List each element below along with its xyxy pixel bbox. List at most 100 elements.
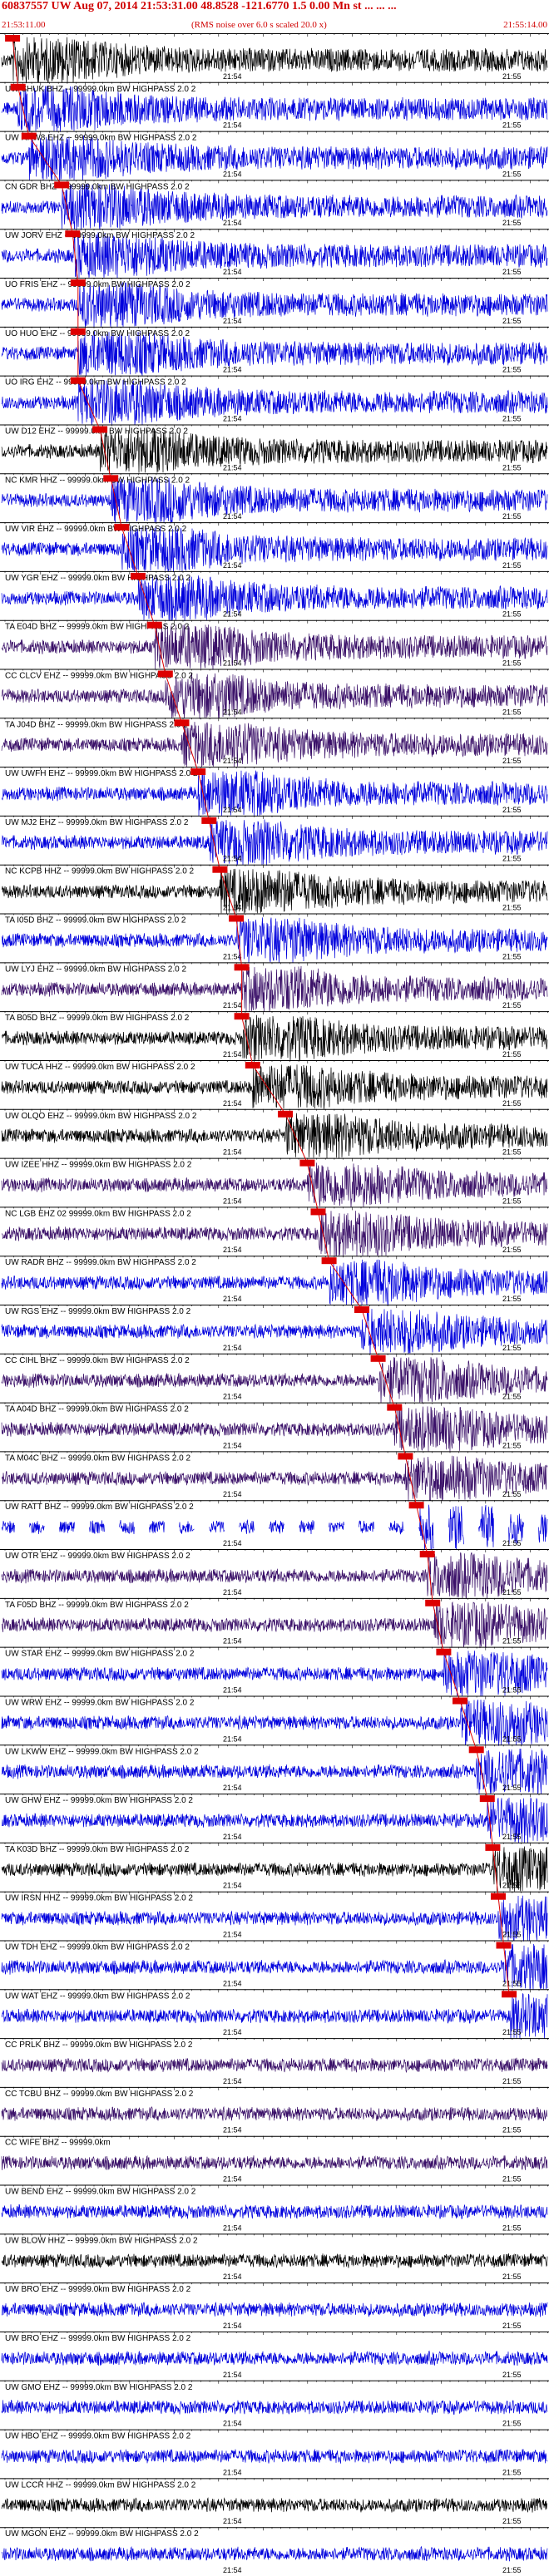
- trace-row: TA K03D BHZ -- 99999.0km BW HIGHPASS 2.0…: [0, 1842, 549, 1892]
- minute-label: 21:55: [502, 463, 522, 471]
- trace-row: UW WAT EHZ -- 99999.0km BW HIGHPASS 2.0 …: [0, 1989, 549, 2040]
- trace-row: TA A04D BHZ -- 99999.0km BW HIGHPASS 2.0…: [0, 1402, 549, 1452]
- minute-label: 21:55: [502, 659, 522, 668]
- minute-label: 21:55: [502, 1148, 522, 1157]
- minute-label: 21:54: [223, 2126, 242, 2134]
- minute-label: 21:55: [502, 1931, 522, 1939]
- minute-label: 21:55: [502, 1050, 522, 1059]
- minute-label: 21:54: [223, 2077, 242, 2085]
- minute-label: 21:55: [502, 2468, 522, 2476]
- minute-label: 21:55: [502, 610, 522, 619]
- trace-row: UW LKWW EHZ -- 99999.0km BW HIGHPASS 2.0…: [0, 1744, 549, 1795]
- minute-label: 21:54: [223, 2371, 242, 2379]
- minute-label: 21:54: [223, 1099, 242, 1108]
- trace-row: CC TCBU BHZ -- 99999.0km BW HIGHPASS 2.0…: [0, 2086, 549, 2134]
- minute-label: 21:55: [502, 268, 522, 276]
- minute-label: 21:54: [223, 952, 242, 960]
- trace-row: UO IRG EHZ -- 99999.0km BW HIGHPASS 2.0 …: [0, 375, 549, 426]
- station-label: CC TCBU BHZ -- 99999.0km BW HIGHPASS 2.0…: [5, 2090, 194, 2099]
- waveform: [1, 37, 548, 84]
- minute-label: 21:55: [502, 2371, 522, 2379]
- minute-label: 21:54: [223, 463, 242, 471]
- waveform: [1, 2203, 548, 2219]
- event-title: 60837557 UW Aug 07, 2014 21:53:31.00 48.…: [2, 0, 397, 12]
- station-label: UW WAT EHZ -- 99999.0km BW HIGHPASS 2.0 …: [5, 1991, 190, 2001]
- station-label: UW GHW EHZ -- 99999.0km BW HIGHPASS 2.0 …: [5, 1796, 193, 1805]
- minute-label: 21:54: [223, 2273, 242, 2281]
- minute-label: 21:54: [223, 2175, 242, 2184]
- trace-row: UW TDH EHZ -- 99999.0km BW HIGHPASS 2.0 …: [0, 1940, 549, 1991]
- trace-row: NC LGB EHZ 02 99999.0km BW HIGHPASS 2.0 …: [0, 1207, 549, 1257]
- scale-note: (RMS noise over 6.0 s scaled 20.0 x): [191, 20, 327, 30]
- station-label: TA I05D BHZ -- 99999.0km BW HIGHPASS 2.0…: [5, 916, 186, 925]
- station-label: UW JORV EHZ -- 99999.0km BW HIGHPASS 2.0…: [5, 231, 195, 240]
- trace-row: TA M04C BHZ -- 99999.0km BW HIGHPASS 2.0…: [0, 1451, 549, 1502]
- trace-row: UW IZEE HHZ -- 99999.0km BW HIGHPASS 2.0…: [0, 1157, 549, 1207]
- station-label: UW HBO EHZ -- 99999.0km BW HIGHPASS 2.0 …: [5, 2432, 191, 2441]
- trace-row: UO FRIS EHZ -- 99999.0km BW HIGHPASS 2.0…: [0, 278, 549, 328]
- minute-label: 21:55: [502, 904, 522, 912]
- trace-row: NC KCPB HHZ -- 99999.0km BW HIGHPASS 2.0…: [0, 864, 549, 915]
- minute-label: 21:55: [502, 708, 522, 716]
- minute-label: 21:55: [502, 1588, 522, 1596]
- trace-row: UW HBO EHZ -- 99999.0km BW HIGHPASS 2.0 …: [0, 2429, 549, 2476]
- trace-row: UW BLOW HHZ -- 99999.0km BW HIGHPASS 2.0…: [0, 2233, 549, 2281]
- minute-label: 21:55: [502, 952, 522, 960]
- trace-row: UW SHUK BHZ -- 99999.0km BW HIGHPASS 2.0…: [0, 81, 549, 132]
- waveform: [1, 2105, 548, 2122]
- trace-row: CC WIFE BHZ -- 99999.0km 21:54 21:55: [0, 2135, 549, 2184]
- minute-label: 21:54: [223, 1148, 242, 1157]
- minute-label: 21:54: [223, 415, 242, 423]
- minute-label: 21:55: [502, 2322, 522, 2330]
- trace-row: NC KMR HHZ -- 99999.0km BW HIGHPASS 2.0 …: [0, 473, 549, 524]
- minute-label: 21:54: [223, 708, 242, 716]
- waveform: [1, 2253, 548, 2269]
- station-label: UO HUO EHZ -- 99999.0km BW HIGHPASS 2.0 …: [5, 329, 190, 338]
- station-label: CC PRLK BHZ -- 99999.0km BW HIGHPASS 2.0…: [5, 2041, 193, 2050]
- station-label: UW GMO EHZ -- 99999.0km BW HIGHPASS 2.0 …: [5, 2383, 193, 2392]
- minute-label: 21:55: [502, 1833, 522, 1841]
- trace-row: UW VIR EHZ -- 99999.0km BW HIGHPASS 2.0 …: [0, 522, 549, 573]
- minute-label: 21:55: [502, 1344, 522, 1352]
- waveform: [1, 2154, 548, 2170]
- trace-row: TA I05D BHZ -- 99999.0km BW HIGHPASS 2.0…: [0, 913, 549, 964]
- station-label: UW UWFH EHZ -- 99999.0km BW HIGHPASS 2.0…: [5, 769, 198, 778]
- station-label: NC KCPB HHZ -- 99999.0km BW HIGHPASS 2.0…: [5, 867, 195, 876]
- minute-label: 21:55: [502, 219, 522, 227]
- minute-label: 21:54: [223, 659, 242, 668]
- station-label: UW OTR EHZ -- 99999.0km BW HIGHPASS 2.0 …: [5, 1552, 190, 1561]
- station-label: UW MJ2 EHZ -- 99999.0km BW HIGHPASS 2.0 …: [5, 818, 189, 827]
- waveform: [1, 2449, 548, 2465]
- trace-row: UW TUCA HHZ -- 99999.0km BW HIGHPASS 2.0…: [0, 1059, 549, 1109]
- trace-row: UW OTR EHZ -- 99999.0km BW HIGHPASS 2.0 …: [0, 1549, 549, 1599]
- station-label: UW BRO EHZ -- 99999.0km BW HIGHPASS 2.0 …: [5, 2334, 191, 2343]
- trace-row: UW BRO EHZ -- 99999.0km BW HIGHPASS 2.0 …: [0, 2282, 549, 2330]
- trace-row: UW LYJ EHZ -- 99999.0km BW HIGHPASS 2.0 …: [0, 962, 549, 1012]
- trace-row: CN GDR BHZ -- 99999.0km BW HIGHPASS 2.0 …: [0, 180, 549, 230]
- station-label: UW MGON EHZ -- 99999.0km BW HIGHPASS 2.0…: [5, 2529, 199, 2539]
- minute-label: 21:54: [223, 268, 242, 276]
- trace-row: UW RATT BHZ -- 99999.0km BW HIGHPASS 2.0…: [0, 1500, 549, 1551]
- station-label: TA M04C BHZ -- 99999.0km BW HIGHPASS 2.0…: [5, 1453, 190, 1463]
- station-label: UW IZEE HHZ -- 99999.0km BW HIGHPASS 2.0…: [5, 1161, 192, 1170]
- seismogram-plot: 21:54 21:55 UW SHUK BHZ -- 99999.0km BW HI…: [0, 33, 549, 2574]
- station-label: TA J04D BHZ -- 99999.0km BW HIGHPASS 2.0…: [5, 720, 188, 729]
- station-label: UW BLOW HHZ -- 99999.0km BW HIGHPASS 2.0…: [5, 2236, 198, 2245]
- station-label: UW RATT BHZ -- 99999.0km BW HIGHPASS 2.0…: [5, 1503, 194, 1512]
- station-label: UW OLQO EHZ -- 99999.0km BW HIGHPASS 2.0…: [5, 1112, 197, 1121]
- minute-label: 21:54: [223, 512, 242, 521]
- minute-label: 21:55: [502, 2566, 522, 2574]
- minute-label: 21:54: [223, 1588, 242, 1596]
- minute-label: 21:55: [502, 2028, 522, 2036]
- minute-label: 21:55: [502, 1393, 522, 1401]
- minute-label: 21:54: [223, 1882, 242, 1890]
- minute-label: 21:54: [223, 1246, 242, 1254]
- minute-label: 21:54: [223, 2468, 242, 2476]
- station-label: TA B05D BHZ -- 99999.0km BW HIGHPASS 2.0…: [5, 1014, 190, 1023]
- station-label: UO FRIS EHZ -- 99999.0km BW HIGHPASS 2.0…: [5, 280, 190, 289]
- station-label: NC LGB EHZ 02 99999.0km BW HIGHPASS 2.0 …: [5, 1209, 191, 1218]
- trace-row: UO HUO EHZ -- 99999.0km BW HIGHPASS 2.0 …: [0, 326, 549, 377]
- minute-label: 21:55: [502, 1735, 522, 1743]
- station-label: UW YGR EHZ -- 99999.0km BW HIGHPASS 2.0 …: [5, 574, 190, 583]
- minute-label: 21:54: [223, 1979, 242, 1987]
